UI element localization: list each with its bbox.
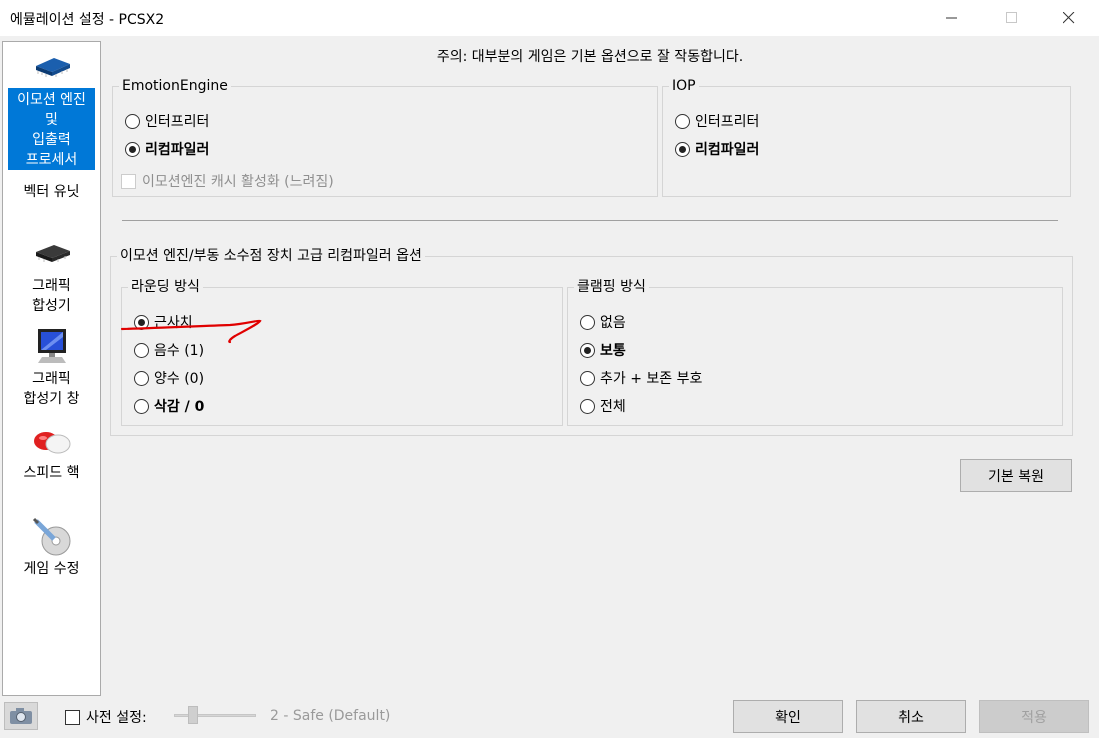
monitor-icon [37,329,66,363]
radio-label: 인터프리터 [145,114,210,130]
minimize-icon [946,17,957,19]
sidebar-item-game-fixes[interactable]: 게임 수정 [3,517,100,587]
sidebar-item-label: 스피드 핵 [23,465,80,481]
sidebar-item-label: 그래픽 합성기 [32,278,71,314]
sidebar-item-emotion-engine[interactable]: 이모션 엔진 및 입출력 프로세서 [3,42,100,172]
preset-value: 2 - Safe (Default) [270,708,391,724]
info-note: 주의: 대부분의 게임은 기본 옵션으로 잘 작동합니다. [436,49,744,65]
radio-circle[interactable] [580,398,595,414]
iop-recompiler-radio[interactable]: 리컴파일러 [675,139,759,159]
sidebar-item-graphics-window[interactable]: 그래픽 합성기 창 [3,327,100,417]
clamping-full-radio[interactable]: 전체 [580,396,626,416]
pill-icon [33,432,70,454]
restore-defaults-button[interactable]: 기본 복원 [960,459,1072,492]
apply-button: 적용 [979,700,1089,733]
sidebar-item-label: 그래픽 합성기 창 [23,371,80,407]
sidebar-item-label: 벡터 유닛 [23,184,80,200]
cancel-button[interactable]: 취소 [856,700,966,733]
radio-label: 보통 [600,343,626,359]
checkbox-label: 이모션엔진 캐시 활성화 (느려짐) [142,174,334,190]
preset-slider [174,706,258,726]
close-button[interactable] [1046,0,1092,36]
checkbox-box[interactable] [65,709,80,725]
close-icon [1063,12,1075,24]
settings-sidebar: 이모션 엔진 및 입출력 프로세서 벡터 유닛 그래픽 합성기 그래픽 합성기 … [2,41,101,696]
radio-label: 추가 + 보존 부호 [600,371,703,387]
iop-interpreter-radio[interactable]: 인터프리터 [675,111,759,131]
clamping-none-radio[interactable]: 없음 [580,312,626,332]
title-bar: 에뮬레이션 설정 - PCSX2 [0,0,1099,36]
rounding-positive-radio[interactable]: 양수 (0) [134,368,204,388]
divider [122,220,1058,221]
rounding-mode-group: 라운딩 방식 근사치 음수 (1) 양수 (0) 삭감 / 0 [121,278,563,426]
screenshot-button[interactable] [4,702,38,730]
checkbox-box [121,173,136,189]
preset-checkbox[interactable]: 사전 설정: [65,707,147,727]
radio-label: 없음 [600,315,626,331]
radio-circle[interactable] [580,370,595,386]
camera-icon [10,708,32,724]
radio-circle[interactable] [580,314,595,330]
maximize-icon [1006,12,1017,23]
cpu-chip-icon [35,58,70,77]
minimize-button[interactable] [929,0,975,36]
radio-circle[interactable] [134,370,149,386]
ee-interpreter-radio[interactable]: 인터프리터 [125,111,209,131]
ee-recompiler-radio[interactable]: 리컴파일러 [125,139,209,159]
sidebar-item-label: 이모션 엔진 및 입출력 프로세서 [17,92,86,168]
emotion-engine-group: EmotionEngine 인터프리터 리컴파일러 이모션엔진 캐시 활성화 (… [112,77,658,197]
radio-circle[interactable] [675,141,690,157]
radio-label: 양수 (0) [154,371,205,387]
maximize-button [989,0,1035,36]
sidebar-item-speed-hacks[interactable]: 스피드 핵 [3,427,100,487]
group-title: 클램핑 방식 [574,278,649,296]
radio-label: 삭감 / 0 [154,399,205,415]
window-title: 에뮬레이션 설정 - PCSX2 [10,12,165,28]
chip-icon [35,245,70,262]
radio-label: 리컴파일러 [145,142,210,158]
sidebar-item-vector-unit[interactable]: 벡터 유닛 [3,182,100,206]
clamping-normal-radio[interactable]: 보통 [580,340,626,360]
slider-thumb [188,706,198,724]
sidebar-item-label: 게임 수정 [23,561,80,577]
radio-label: 전체 [600,399,626,415]
clamping-extra-sign-radio[interactable]: 추가 + 보존 부호 [580,368,702,388]
radio-circle[interactable] [125,113,140,129]
radio-circle[interactable] [580,342,595,358]
group-title: 이모션 엔진/부동 소수점 장치 고급 리컴파일러 옵션 [117,247,425,265]
iop-group: IOP 인터프리터 리컴파일러 [662,77,1071,197]
syringe-disc-icon [32,517,70,556]
ee-cache-checkbox: 이모션엔진 캐시 활성화 (느려짐) [121,171,334,191]
group-title: EmotionEngine [119,77,231,95]
clamping-mode-group: 클램핑 방식 없음 보통 추가 + 보존 부호 전체 [567,278,1063,426]
sidebar-item-graphics-synthesizer[interactable]: 그래픽 합성기 [3,242,100,322]
group-title: 라운딩 방식 [128,278,203,296]
slider-track [174,714,256,717]
checkbox-label: 사전 설정: [86,710,147,726]
radio-circle[interactable] [134,398,149,414]
ok-button[interactable]: 확인 [733,700,843,733]
radio-circle[interactable] [125,141,140,157]
radio-circle[interactable] [675,113,690,129]
red-underline-annotation [120,319,262,344]
radio-label: 인터프리터 [695,114,760,130]
radio-label: 리컴파일러 [695,142,760,158]
rounding-chop-radio[interactable]: 삭감 / 0 [134,396,204,416]
group-title: IOP [669,77,699,95]
